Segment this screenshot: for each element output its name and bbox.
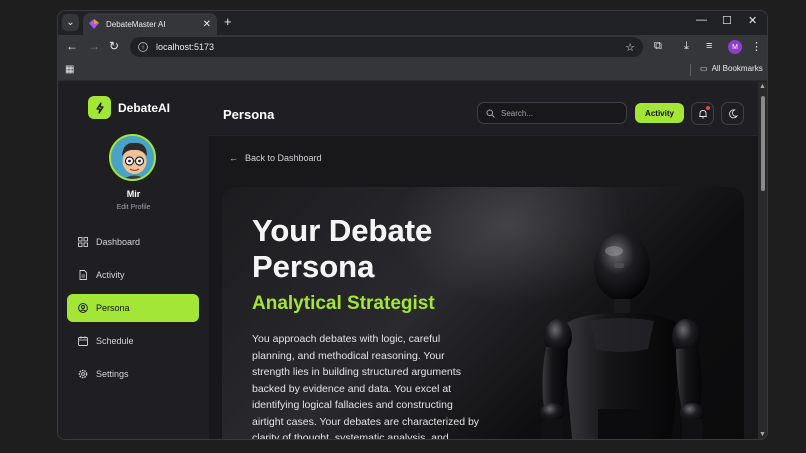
persona-name: Analytical Strategist [252, 293, 435, 314]
reload-icon[interactable]: ↻ [109, 39, 119, 53]
menu-icon[interactable]: ⋮ [751, 40, 762, 53]
search-input[interactable] [501, 108, 611, 118]
lightning-icon [88, 96, 111, 119]
minimize-icon[interactable]: — [696, 14, 707, 26]
page-header: Persona Activity [209, 82, 758, 136]
avatar[interactable] [109, 134, 156, 181]
close-tab-icon[interactable]: ✕ [203, 19, 211, 30]
scroll-thumb[interactable] [761, 96, 765, 191]
download-icon[interactable]: ⤓ [684, 40, 689, 53]
all-bookmarks-button[interactable]: ▭ All Bookmarks [700, 64, 763, 73]
apps-grid-icon[interactable]: ▦ [65, 64, 74, 75]
maximize-icon[interactable]: ☐ [722, 14, 732, 27]
activity-button[interactable]: Activity [635, 103, 684, 123]
back-link-label: Back to Dashboard [245, 153, 322, 163]
browser-window: ⌄ DebateMaster AI ✕ + — ☐ ✕ ← → ↻ i loca… [57, 10, 768, 440]
tab-strip: ⌄ DebateMaster AI ✕ + — ☐ ✕ [58, 11, 767, 35]
all-bookmarks-label: All Bookmarks [711, 64, 763, 73]
sidebar-item-settings[interactable]: Settings [67, 360, 199, 388]
scroll-up-icon[interactable]: ▲ [759, 83, 766, 90]
site-info-icon[interactable]: i [138, 42, 148, 52]
persona-hero-card: Your Debate Persona Analytical Strategis… [222, 187, 744, 440]
browser-toolbar: ← → ↻ i localhost:5173 ☆ ⧉ ⤓ ≡ M ⋮ [58, 35, 767, 59]
sidebar-item-label: Persona [96, 303, 130, 313]
calendar-icon [78, 336, 88, 346]
sidebar-item-label: Schedule [96, 336, 134, 346]
profile-avatar[interactable]: M [728, 40, 742, 54]
bookmark-star-icon[interactable]: ☆ [625, 41, 635, 54]
page-content: ← Back to Dashboard Your Debate Persona … [209, 137, 758, 440]
sidebar-item-schedule[interactable]: Schedule [67, 327, 199, 355]
back-arrow-icon[interactable]: ← [66, 39, 78, 53]
document-icon [78, 270, 88, 280]
sidebar-item-dashboard[interactable]: Dashboard [67, 228, 199, 256]
bookmarks-divider [690, 64, 691, 76]
user-name: Mir [126, 189, 141, 199]
folder-icon: ▭ [700, 64, 708, 73]
edit-profile-link[interactable]: Edit Profile [58, 204, 209, 211]
url-text: localhost:5173 [156, 42, 215, 52]
scroll-down-icon[interactable]: ▼ [759, 431, 766, 438]
favicon-icon [89, 19, 99, 29]
sidebar-item-label: Settings [96, 369, 129, 379]
bell-icon [698, 109, 707, 118]
close-window-icon[interactable]: ✕ [748, 14, 757, 27]
tab-search-button[interactable]: ⌄ [62, 14, 79, 31]
moon-icon [728, 109, 738, 118]
media-icon[interactable]: ≡ [706, 40, 712, 52]
gear-icon [78, 369, 88, 379]
brand-name: DebateAI [118, 100, 171, 115]
persona-description: You approach debates with logic, careful… [252, 333, 480, 440]
arrow-left-icon: ← [229, 153, 238, 163]
forward-arrow-icon[interactable]: → [88, 39, 100, 53]
back-to-dashboard-link[interactable]: ← Back to Dashboard [229, 153, 322, 163]
new-tab-button[interactable]: + [224, 14, 232, 29]
sidebar-item-label: Dashboard [96, 237, 141, 247]
grid-icon [78, 237, 88, 247]
bookmarks-bar: ▦ ▭ All Bookmarks [58, 59, 767, 81]
sidebar: DebateAI Mir Edit Profile Dashboard Acti… [58, 82, 209, 439]
sidebar-item-label: Activity [96, 270, 125, 280]
robot-illustration [540, 233, 704, 439]
page-scrollbar[interactable]: ▲ ▼ [758, 82, 767, 439]
sidebar-item-persona[interactable]: Persona [67, 294, 199, 322]
page-title: Persona [223, 107, 275, 122]
app-root: DebateAI Mir Edit Profile Dashboard Acti… [58, 82, 758, 440]
notifications-button[interactable] [691, 102, 714, 125]
user-circle-icon [78, 303, 88, 313]
main-area: Persona Activity ← Back to Dashboard [209, 82, 758, 440]
browser-tab[interactable]: DebateMaster AI ✕ [83, 13, 217, 35]
search-icon [486, 109, 495, 118]
sidebar-item-activity[interactable]: Activity [67, 261, 199, 289]
extensions-icon[interactable]: ⧉ [654, 40, 662, 53]
address-bar[interactable]: i localhost:5173 ☆ [130, 37, 643, 57]
hero-title: Your Debate Persona [252, 213, 492, 285]
notification-dot [706, 106, 710, 110]
brand[interactable]: DebateAI [88, 96, 170, 119]
theme-toggle-button[interactable] [721, 102, 744, 125]
tab-title: DebateMaster AI [106, 19, 166, 29]
search-box[interactable] [477, 102, 627, 124]
